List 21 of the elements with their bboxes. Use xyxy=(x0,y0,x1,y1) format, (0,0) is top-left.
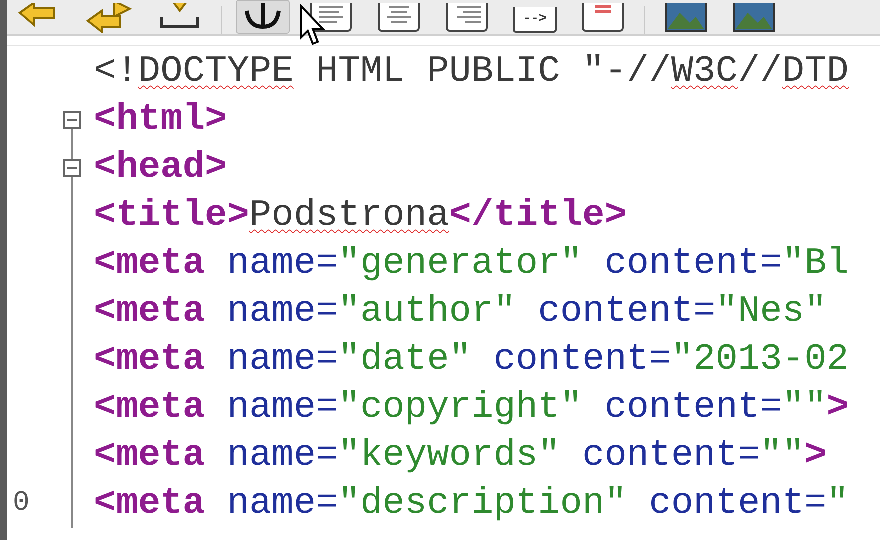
align-center-icon xyxy=(377,3,421,33)
align-left-icon xyxy=(309,3,353,33)
align-right-icon xyxy=(445,3,489,33)
collapse-toggle[interactable] xyxy=(63,159,81,177)
double-arrow-icon xyxy=(84,3,134,33)
code-line: <title>Podstrona</title> xyxy=(93,194,627,239)
code-line: <meta name="keywords" content=""> xyxy=(93,434,827,479)
code-line: <meta name="generator" content="Bl xyxy=(93,242,849,287)
code-line: <meta name="description" content=" xyxy=(93,482,849,527)
code-line: <html> xyxy=(93,98,228,143)
picture-icon xyxy=(732,3,776,33)
anchor-button[interactable] xyxy=(236,0,290,34)
code-line: <meta name="copyright" content=""> xyxy=(93,386,849,431)
document-icon xyxy=(581,3,625,33)
code-line: <meta name="author" content="Nes" xyxy=(93,290,827,335)
code-line: <!DOCTYPE HTML PUBLIC "-//W3C//DTD xyxy=(93,50,849,95)
picture-icon xyxy=(664,3,708,33)
collapse-toggle[interactable] xyxy=(63,111,81,129)
code-line: <head> xyxy=(93,146,228,191)
code-line: <meta name="date" content="2013-02 xyxy=(93,338,849,383)
line-number: 0 xyxy=(12,487,31,521)
